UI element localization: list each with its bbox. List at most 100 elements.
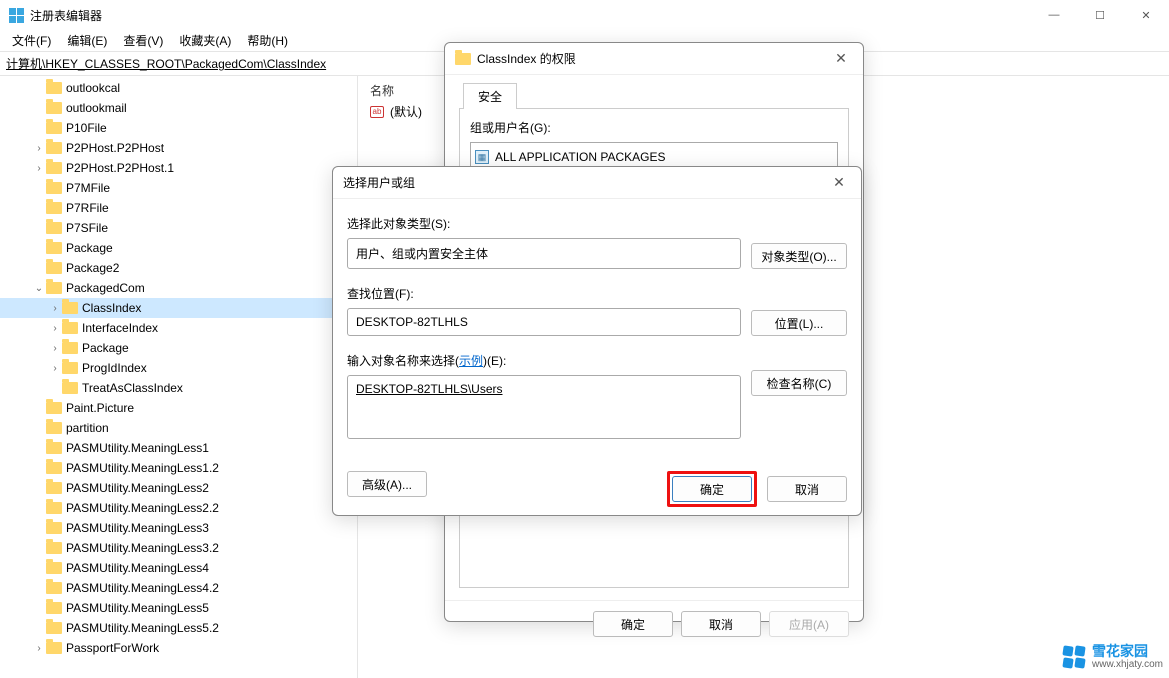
tree-item-p2phost-p2phost-1[interactable]: › P2PHost.P2PHost.1 — [0, 158, 357, 178]
object-name-input[interactable]: DESKTOP-82TLHLS\Users — [347, 375, 741, 439]
tree-item-p7rfile[interactable]: P7RFile — [0, 198, 357, 218]
tree-item-partition[interactable]: partition — [0, 418, 357, 438]
folder-icon — [62, 382, 78, 394]
tree-item-pasmutility-meaningless1[interactable]: PASMUtility.MeaningLess1 — [0, 438, 357, 458]
tree-item-pasmutility-meaningless5[interactable]: PASMUtility.MeaningLess5 — [0, 598, 357, 618]
expand-icon[interactable]: › — [48, 343, 62, 354]
tree-item-package[interactable]: ›Package — [0, 338, 357, 358]
folder-icon — [46, 442, 62, 454]
folder-icon — [46, 82, 62, 94]
select-ok-button[interactable]: 确定 — [672, 476, 752, 502]
expand-icon[interactable]: › — [48, 323, 62, 334]
folder-icon — [62, 362, 78, 374]
folder-icon — [46, 622, 62, 634]
tree-item-label: PASMUtility.MeaningLess5.2 — [66, 621, 219, 635]
tree-item-p2phost-p2phost[interactable]: › P2PHost.P2PHost — [0, 138, 357, 158]
tree-item-pasmutility-meaningless3-2[interactable]: PASMUtility.MeaningLess3.2 — [0, 538, 357, 558]
tree-item-package[interactable]: Package — [0, 238, 357, 258]
tree-item-p7sfile[interactable]: P7SFile — [0, 218, 357, 238]
folder-icon — [46, 522, 62, 534]
permissions-footer: 确定 取消 应用(A) — [445, 600, 863, 647]
expand-icon[interactable]: › — [48, 363, 62, 374]
tree-item-p7mfile[interactable]: P7MFile — [0, 178, 357, 198]
tree-item-pasmutility-meaningless4-2[interactable]: PASMUtility.MeaningLess4.2 — [0, 578, 357, 598]
tree-item-label: ProgIdIndex — [82, 361, 147, 375]
folder-icon — [62, 302, 78, 314]
package-icon: ▦ — [475, 150, 489, 164]
folder-icon — [46, 222, 62, 234]
check-names-button[interactable]: 检查名称(C) — [751, 370, 847, 396]
expand-icon[interactable]: ⌄ — [32, 283, 46, 294]
minimize-button[interactable]: — — [1031, 0, 1077, 30]
expand-icon[interactable]: › — [32, 643, 46, 654]
object-types-button[interactable]: 对象类型(O)... — [751, 243, 847, 269]
folder-icon — [46, 462, 62, 474]
address-text: 计算机\HKEY_CLASSES_ROOT\PackagedCom\ClassI… — [6, 55, 326, 72]
window-controls: — ☐ ✕ — [1031, 0, 1169, 30]
tree-item-label: P7RFile — [66, 201, 109, 215]
watermark-text: 雪花家园 — [1092, 644, 1163, 659]
folder-icon — [46, 102, 62, 114]
tree-item-progidindex[interactable]: › ProgIdIndex — [0, 358, 357, 378]
tree-item-package2[interactable]: Package2 — [0, 258, 357, 278]
permissions-close-button[interactable]: ✕ — [829, 50, 853, 67]
select-close-button[interactable]: ✕ — [827, 174, 851, 191]
list-row-label: (默认) — [390, 103, 422, 120]
expand-icon[interactable]: › — [32, 163, 46, 174]
tree-item-label: PASMUtility.MeaningLess1.2 — [66, 461, 219, 475]
tree-item-pasmutility-meaningless5-2[interactable]: PASMUtility.MeaningLess5.2 — [0, 618, 357, 638]
maximize-button[interactable]: ☐ — [1077, 0, 1123, 30]
folder-icon — [62, 322, 78, 334]
object-type-label: 选择此对象类型(S): — [347, 215, 741, 232]
folder-icon — [46, 422, 62, 434]
folder-icon — [46, 402, 62, 414]
permissions-cancel-button[interactable]: 取消 — [681, 611, 761, 637]
permissions-ok-button[interactable]: 确定 — [593, 611, 673, 637]
select-cancel-button[interactable]: 取消 — [767, 476, 847, 502]
name-label: 输入对象名称来选择(示例)(E): — [347, 352, 741, 369]
tree-item-pasmutility-meaningless4[interactable]: PASMUtility.MeaningLess4 — [0, 558, 357, 578]
tab-security[interactable]: 安全 — [463, 83, 517, 109]
tree-view[interactable]: outlookcaloutlookmail P10File › P2PHost.P2P… — [0, 76, 358, 678]
tree-item-treatasclassindex[interactable]: TreatAsClassIndex — [0, 378, 357, 398]
tree-item-label: Package2 — [66, 261, 119, 275]
menu-favorites[interactable]: 收藏夹(A) — [171, 30, 239, 51]
tree-item-label: InterfaceIndex — [82, 321, 158, 335]
tree-item-label: PASMUtility.MeaningLess2 — [66, 481, 209, 495]
group-item: ALL APPLICATION PACKAGES — [495, 150, 666, 164]
folder-icon — [46, 582, 62, 594]
tree-item-passportforwork[interactable]: ›PassportForWork — [0, 638, 357, 658]
tree-item-packagedcom[interactable]: ⌄PackagedCom — [0, 278, 357, 298]
tree-item-outlookcal[interactable]: outlookcal — [0, 78, 357, 98]
menu-file[interactable]: 文件(F) — [4, 30, 59, 51]
folder-icon — [46, 502, 62, 514]
tree-item-paint-picture[interactable]: Paint.Picture — [0, 398, 357, 418]
expand-icon[interactable]: › — [32, 143, 46, 154]
tree-item-pasmutility-meaningless3[interactable]: PASMUtility.MeaningLess3 — [0, 518, 357, 538]
menu-view[interactable]: 查看(V) — [115, 30, 171, 51]
tree-item-outlookmail[interactable]: outlookmail — [0, 98, 357, 118]
permissions-apply-button[interactable]: 应用(A) — [769, 611, 849, 637]
advanced-button[interactable]: 高级(A)... — [347, 471, 427, 497]
example-link[interactable]: 示例 — [459, 354, 483, 368]
tree-item-label: PASMUtility.MeaningLess2.2 — [66, 501, 219, 515]
app-icon — [8, 7, 24, 23]
tree-item-pasmutility-meaningless1-2[interactable]: PASMUtility.MeaningLess1.2 — [0, 458, 357, 478]
tree-item-pasmutility-meaningless2[interactable]: PASMUtility.MeaningLess2 — [0, 478, 357, 498]
folder-icon — [46, 542, 62, 554]
tree-item-interfaceindex[interactable]: › InterfaceIndex — [0, 318, 357, 338]
folder-icon — [46, 262, 62, 274]
locations-button[interactable]: 位置(L)... — [751, 310, 847, 336]
tree-item-label: P10File — [66, 121, 107, 135]
close-button[interactable]: ✕ — [1123, 0, 1169, 30]
tree-item-pasmutility-meaningless2-2[interactable]: PASMUtility.MeaningLess2.2 — [0, 498, 357, 518]
folder-icon — [46, 562, 62, 574]
tree-item-label: P2PHost.P2PHost — [66, 141, 164, 155]
menu-edit[interactable]: 编辑(E) — [59, 30, 115, 51]
tree-item-label: P2PHost.P2PHost.1 — [66, 161, 174, 175]
tree-item-classindex[interactable]: ›ClassIndex — [0, 298, 357, 318]
tree-item-label: PASMUtility.MeaningLess1 — [66, 441, 209, 455]
expand-icon[interactable]: › — [48, 303, 62, 314]
menu-help[interactable]: 帮助(H) — [239, 30, 296, 51]
tree-item-p10file[interactable]: P10File — [0, 118, 357, 138]
